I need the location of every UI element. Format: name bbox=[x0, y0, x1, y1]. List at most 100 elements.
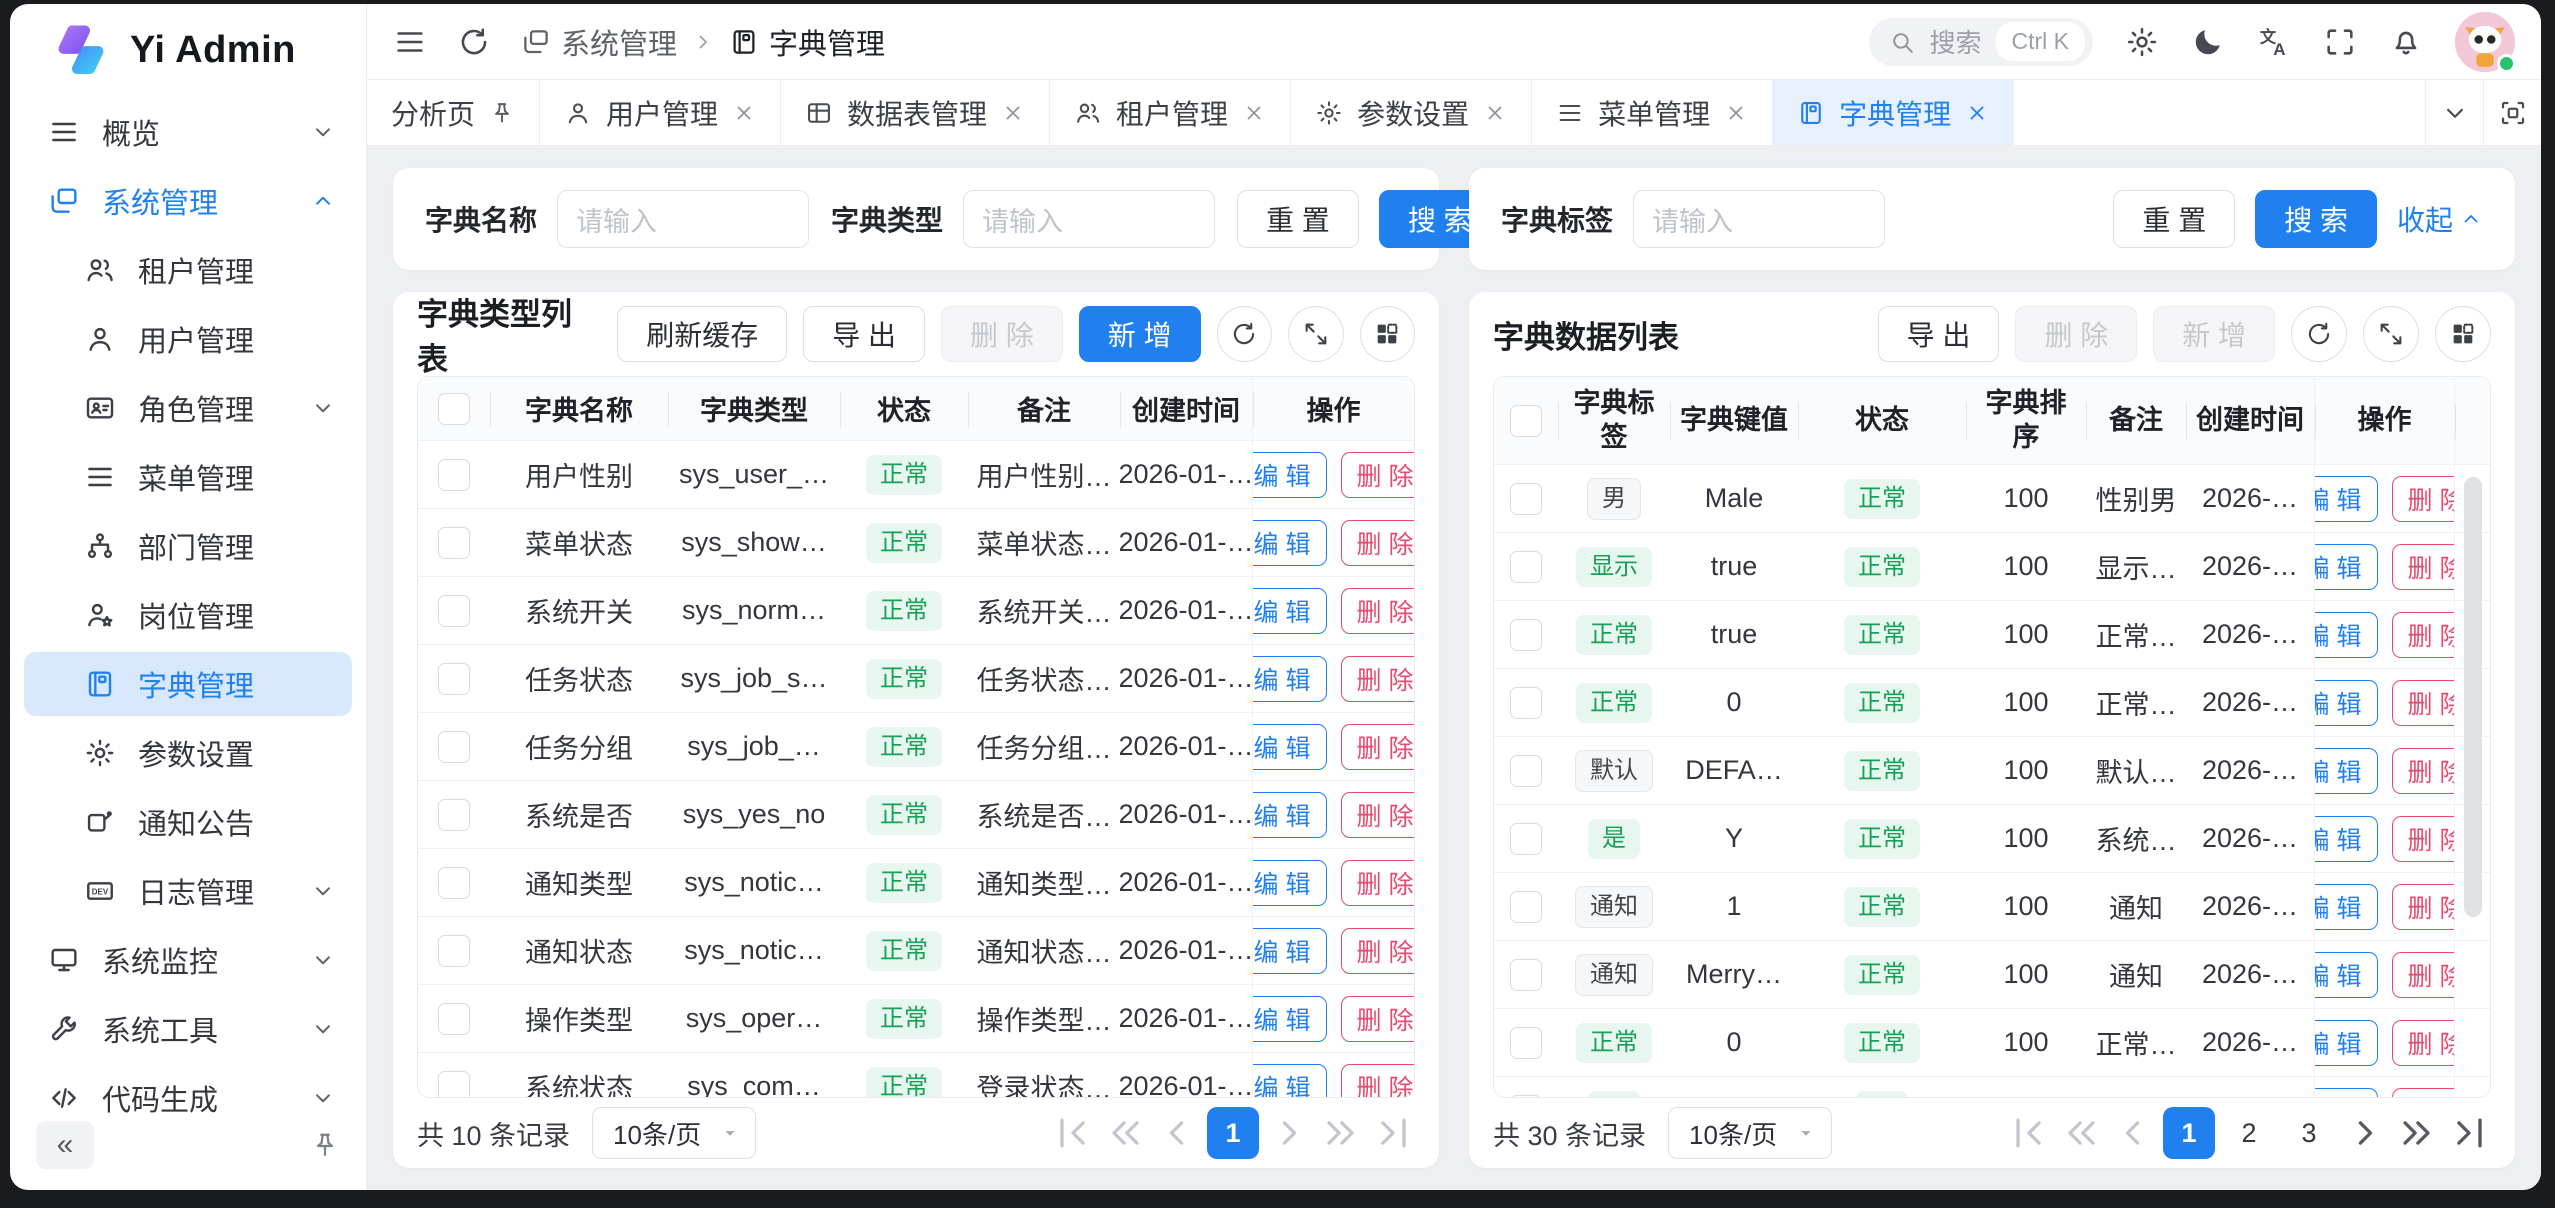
row-checkbox[interactable] bbox=[1510, 483, 1542, 515]
row-checkbox[interactable] bbox=[1510, 551, 1542, 583]
column-settings-button[interactable] bbox=[2435, 306, 2491, 362]
sidebar-item-概览[interactable]: 概览 bbox=[24, 100, 352, 164]
delete-button[interactable]: 删 除 bbox=[1341, 860, 1415, 906]
delete-button[interactable]: 删 除 bbox=[2392, 884, 2455, 930]
edit-button[interactable]: 编 辑 bbox=[1252, 520, 1327, 566]
row-checkbox[interactable] bbox=[1510, 687, 1542, 719]
previous-page-button[interactable] bbox=[2111, 1111, 2155, 1155]
tab-租户管理[interactable]: 租户管理 bbox=[1050, 80, 1291, 145]
edit-button[interactable]: 编 辑 bbox=[2314, 884, 2378, 930]
sidebar-item-参数设置[interactable]: 参数设置 bbox=[24, 721, 352, 785]
sidebar-item-代码生成[interactable]: 代码生成 bbox=[24, 1066, 352, 1114]
edit-button[interactable]: 编 辑 bbox=[2314, 544, 2378, 590]
filter-input[interactable]: 请输入 bbox=[963, 190, 1215, 248]
row-checkbox[interactable] bbox=[1510, 755, 1542, 787]
content-maximize-button[interactable] bbox=[2483, 80, 2541, 145]
edit-button[interactable]: 编 辑 bbox=[1252, 656, 1327, 702]
reset-button[interactable]: 重 置 bbox=[1237, 190, 1359, 248]
edit-button[interactable]: 编 辑 bbox=[1252, 1064, 1327, 1099]
notifications-icon[interactable] bbox=[2389, 25, 2423, 59]
table-refresh-button[interactable] bbox=[2291, 306, 2347, 362]
breadcrumb-item[interactable]: 系统管理 bbox=[521, 21, 677, 63]
column-settings-button[interactable] bbox=[1360, 306, 1415, 362]
sidebar-item-租户管理[interactable]: 租户管理 bbox=[24, 238, 352, 302]
delete-button[interactable]: 删 除 bbox=[2392, 1088, 2455, 1099]
row-checkbox[interactable] bbox=[1510, 1095, 1542, 1099]
row-checkbox[interactable] bbox=[438, 459, 470, 491]
reset-button[interactable]: 重 置 bbox=[2113, 190, 2235, 248]
row-checkbox[interactable] bbox=[1510, 891, 1542, 923]
delete-button[interactable]: 删 除 bbox=[1341, 792, 1415, 838]
delete-button[interactable]: 删 除 bbox=[2392, 1020, 2455, 1066]
edit-button[interactable]: 编 辑 bbox=[1252, 588, 1327, 634]
edit-button[interactable]: 编 辑 bbox=[2314, 680, 2378, 726]
tab-菜单管理[interactable]: 菜单管理 bbox=[1532, 80, 1773, 145]
sidebar-item-系统工具[interactable]: 系统工具 bbox=[24, 997, 352, 1061]
delete-button[interactable]: 删 除 bbox=[2392, 476, 2455, 522]
tab-list-dropdown[interactable] bbox=[2425, 80, 2483, 145]
edit-button[interactable]: 编 辑 bbox=[2314, 952, 2378, 998]
delete-button[interactable]: 删 除 bbox=[2392, 816, 2455, 862]
jump-forward-button[interactable] bbox=[1319, 1111, 1363, 1155]
tab-用户管理[interactable]: 用户管理 bbox=[540, 80, 781, 145]
sidebar-item-部门管理[interactable]: 部门管理 bbox=[24, 514, 352, 578]
refresh-page-icon[interactable] bbox=[457, 25, 491, 59]
toolbar-button-导出[interactable]: 导 出 bbox=[803, 306, 925, 362]
sidebar-collapse-button[interactable]: « bbox=[36, 1121, 94, 1169]
last-page-button[interactable] bbox=[2447, 1111, 2491, 1155]
row-checkbox[interactable] bbox=[438, 867, 470, 899]
previous-page-button[interactable] bbox=[1155, 1111, 1199, 1155]
tab-分析页[interactable]: 分析页 bbox=[367, 80, 540, 145]
next-page-button[interactable] bbox=[2343, 1111, 2387, 1155]
toolbar-button-导出[interactable]: 导 出 bbox=[1878, 306, 2000, 362]
global-search[interactable]: 搜索 Ctrl K bbox=[1869, 18, 2093, 66]
delete-button[interactable]: 删 除 bbox=[2392, 680, 2455, 726]
page-size-select[interactable]: 10条/页 bbox=[1668, 1107, 1832, 1159]
delete-button[interactable]: 删 除 bbox=[2392, 748, 2455, 794]
search-button[interactable]: 搜 索 bbox=[2255, 190, 2377, 248]
sidebar-item-用户管理[interactable]: 用户管理 bbox=[24, 307, 352, 371]
edit-button[interactable]: 编 辑 bbox=[2314, 816, 2378, 862]
table-fullscreen-button[interactable] bbox=[1288, 306, 1343, 362]
vertical-scrollbar-thumb[interactable] bbox=[2464, 477, 2482, 917]
sidebar-item-系统管理[interactable]: 系统管理 bbox=[24, 169, 352, 233]
toolbar-button-刷新缓存[interactable]: 刷新缓存 bbox=[617, 306, 787, 362]
delete-button[interactable]: 删 除 bbox=[1341, 724, 1415, 770]
filter-input[interactable]: 请输入 bbox=[557, 190, 809, 248]
row-checkbox[interactable] bbox=[438, 1003, 470, 1035]
first-page-button[interactable] bbox=[1051, 1111, 1095, 1155]
edit-button[interactable]: 编 辑 bbox=[1252, 928, 1327, 974]
first-page-button[interactable] bbox=[2007, 1111, 2051, 1155]
jump-forward-button[interactable] bbox=[2395, 1111, 2439, 1155]
tab-数据表管理[interactable]: 数据表管理 bbox=[781, 80, 1050, 145]
delete-button[interactable]: 删 除 bbox=[1341, 520, 1415, 566]
delete-button[interactable]: 删 除 bbox=[1341, 996, 1415, 1042]
row-checkbox[interactable] bbox=[438, 1071, 470, 1099]
row-checkbox[interactable] bbox=[438, 731, 470, 763]
fullscreen-icon[interactable] bbox=[2323, 25, 2357, 59]
row-checkbox[interactable] bbox=[438, 935, 470, 967]
edit-button[interactable]: 编 辑 bbox=[1252, 860, 1327, 906]
jump-back-button[interactable] bbox=[2059, 1111, 2103, 1155]
page-number-1[interactable]: 1 bbox=[1207, 1107, 1259, 1159]
breadcrumb-item[interactable]: 字典管理 bbox=[729, 21, 885, 63]
sidebar-item-角色管理[interactable]: 角色管理 bbox=[24, 376, 352, 440]
dark-mode-icon[interactable] bbox=[2191, 25, 2225, 59]
page-number-3[interactable]: 3 bbox=[2283, 1107, 2335, 1159]
row-checkbox[interactable] bbox=[438, 663, 470, 695]
table-fullscreen-button[interactable] bbox=[2363, 306, 2419, 362]
sidebar-item-系统监控[interactable]: 系统监控 bbox=[24, 928, 352, 992]
tab-字典管理[interactable]: 字典管理 bbox=[1773, 80, 2014, 145]
row-checkbox[interactable] bbox=[438, 527, 470, 559]
row-checkbox[interactable] bbox=[1510, 405, 1542, 437]
settings-icon[interactable] bbox=[2125, 25, 2159, 59]
jump-back-button[interactable] bbox=[1103, 1111, 1147, 1155]
edit-button[interactable]: 编 辑 bbox=[2314, 1020, 2378, 1066]
edit-button[interactable]: 编 辑 bbox=[1252, 724, 1327, 770]
sidebar-item-岗位管理[interactable]: 岗位管理 bbox=[24, 583, 352, 647]
toolbar-button-新增[interactable]: 新 增 bbox=[1079, 306, 1201, 362]
delete-button[interactable]: 删 除 bbox=[1341, 928, 1415, 974]
language-icon[interactable]: 文A bbox=[2257, 25, 2291, 59]
collapse-sidebar-icon[interactable] bbox=[393, 25, 427, 59]
delete-button[interactable]: 删 除 bbox=[1341, 656, 1415, 702]
